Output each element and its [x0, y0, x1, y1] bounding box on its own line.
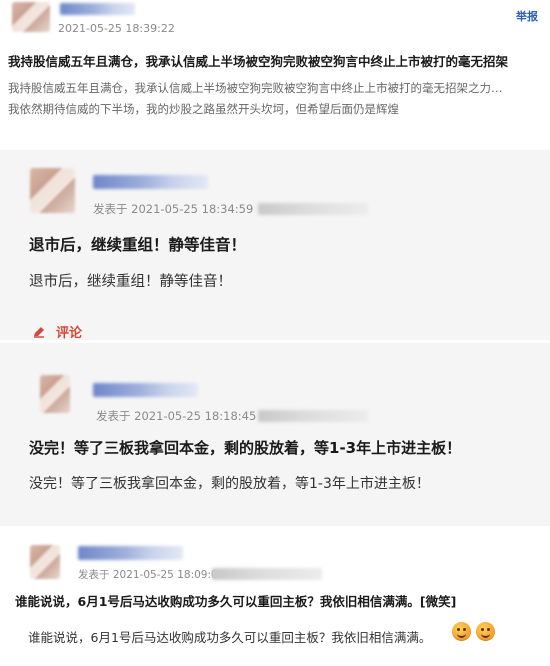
reply-card-2 [0, 343, 550, 526]
reply-1-author-name[interactable] [93, 175, 208, 189]
smile-emoji-icon [452, 622, 471, 641]
reply-1-headline[interactable]: 退市后，继续重组！静等佳音！ [29, 233, 246, 255]
reply-2-body: 没完！等了三板我拿回本金，剩的股放着，等1-3年上市进主板！ [29, 476, 430, 492]
reply-2-author-name[interactable] [93, 383, 198, 397]
post-body-line-1: 我持股信威五年且满仓，我承认信威上半场被空狗完败被空狗言中终止上市被打的毫无招架… [8, 81, 503, 95]
pencil-icon [32, 324, 46, 338]
reply-1-time: 发表于 2021-05-25 18:34:59 [93, 201, 253, 217]
reply-1-body: 退市后，继续重组！静等佳音！ [29, 274, 232, 290]
reply-1-avatar[interactable] [30, 168, 75, 213]
post-body-line-2: 我依然期待信威的下半场，我的炒股之路虽然开头坎坷，但希望后面仍是辉煌 [8, 102, 399, 116]
reply-2-time-prefix: 发表于 [96, 409, 131, 423]
reply-3-author-name[interactable] [78, 546, 183, 560]
reply-2-headline[interactable]: 没完！等了三板我拿回本金，剩的股放着，等1-3年上市进主板！ [29, 437, 461, 458]
post-author-avatar[interactable] [12, 2, 50, 32]
smile-emoji-icon [476, 622, 495, 641]
reply-2-time-value: 2021-05-25 18:18:45 [134, 409, 257, 423]
reply-1-time-prefix: 发表于 [93, 202, 128, 216]
report-button[interactable]: 举报 [516, 8, 538, 24]
reply-3-time-value: 2021-05-25 18:09:00 [112, 569, 225, 581]
reply-3-avatar[interactable] [30, 545, 60, 579]
reply-1-time-value: 2021-05-25 18:34:59 [131, 202, 254, 216]
reply-2-avatar[interactable] [40, 375, 70, 413]
post-time: 2021-05-25 18:39:22 [58, 22, 175, 35]
post-author-name[interactable] [60, 3, 135, 15]
reply-2-ip-blurred [258, 410, 368, 422]
reply-3-body: 谁能说说，6月1号后马达收购成功多久可以重回主板？我依旧相信满满。 [28, 630, 432, 645]
reply-3-time: 发表于 2021-05-25 18:09:00 [78, 567, 224, 582]
reply-2-time: 发表于 2021-05-25 18:18:45 [96, 408, 256, 424]
reply-1-ip-blurred [258, 203, 368, 215]
reply-3-headline[interactable]: 谁能说说，6月1号后马达收购成功多久可以重回主板？我依旧相信满满。[微笑] [15, 591, 456, 610]
reply-3-ip-blurred [212, 568, 322, 580]
reply-3-time-prefix: 发表于 [78, 569, 110, 581]
reply-1-comment-button[interactable]: 评论 [56, 322, 82, 341]
post-title[interactable]: 我持股信威五年且满仓，我承认信威上半场被空狗完败被空狗言中终止上市被打的毫无招架 [8, 51, 508, 70]
